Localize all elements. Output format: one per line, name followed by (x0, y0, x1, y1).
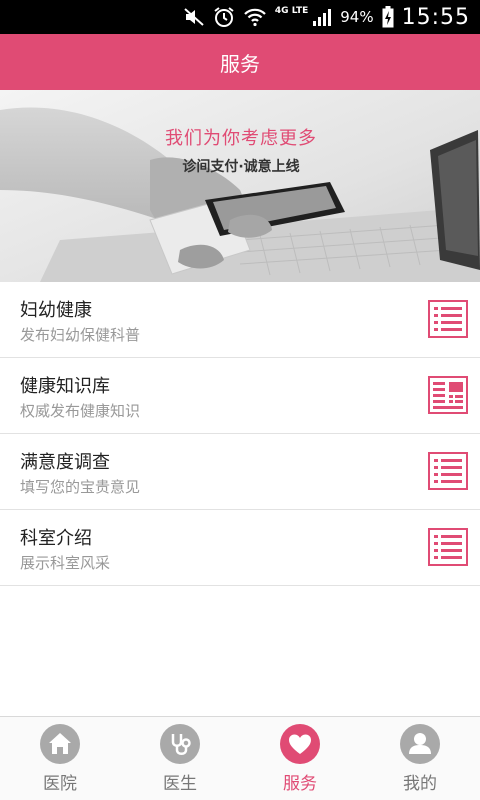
nav-label: 医院 (43, 774, 77, 794)
service-desc: 展示科室风采 (20, 554, 111, 572)
banner-headline: 我们为你考虑更多 (165, 128, 317, 149)
service-item-health-knowledge[interactable]: 健康知识库 权威发布健康知识 (0, 358, 480, 434)
wifi-icon (244, 8, 266, 27)
service-item-maternal-health[interactable]: 妇幼健康 发布妇幼保健科普 (0, 282, 480, 358)
list-icon (428, 452, 468, 490)
signal-icon (313, 9, 332, 26)
nav-tab-hospital[interactable]: 医院 (0, 717, 120, 800)
battery-charging-icon (382, 6, 394, 28)
newspaper-icon (428, 376, 468, 414)
service-title: 满意度调查 (20, 452, 110, 473)
nav-label: 医生 (163, 774, 197, 794)
service-title: 健康知识库 (20, 376, 110, 397)
status-icons: 4G LTE 94% 15:55 (183, 0, 470, 34)
list-icon (428, 300, 468, 338)
service-list: 妇幼健康 发布妇幼保健科普 健康知识库 权威发布健康知识 满意度调查 填写您的宝… (0, 282, 480, 586)
mute-icon (184, 8, 204, 26)
nav-label: 服务 (283, 774, 317, 794)
nav-tab-service[interactable]: 服务 (240, 717, 360, 800)
nav-tab-doctor[interactable]: 医生 (120, 717, 240, 800)
alarm-icon (214, 7, 234, 27)
stethoscope-icon (160, 724, 200, 764)
app-header: 服务 (0, 34, 480, 90)
status-bar: 4G LTE 94% 15:55 (0, 0, 480, 34)
service-desc: 发布妇幼保健科普 (20, 326, 141, 344)
heart-icon (280, 724, 320, 764)
banner-slogan: 我们为你考虑更多 诊间支付·诚意上线 (0, 124, 480, 176)
service-desc: 权威发布健康知识 (20, 402, 141, 420)
battery-percent: 94% (340, 8, 374, 26)
banner-subheadline: 诊间支付·诚意上线 (182, 159, 300, 175)
page-title: 服务 (220, 51, 260, 76)
service-title: 科室介绍 (20, 528, 92, 549)
bottom-nav: 医院 医生 服务 我的 (0, 716, 480, 800)
nav-tab-profile[interactable]: 我的 (360, 717, 480, 800)
home-icon (40, 724, 80, 764)
service-title: 妇幼健康 (20, 300, 92, 321)
service-desc: 填写您的宝贵意见 (20, 478, 141, 496)
list-icon (428, 528, 468, 566)
banner-photo (0, 90, 480, 282)
promo-banner[interactable]: 我们为你考虑更多 诊间支付·诚意上线 (0, 90, 480, 282)
service-item-satisfaction-survey[interactable]: 满意度调查 填写您的宝贵意见 (0, 434, 480, 510)
person-icon (400, 724, 440, 764)
network-type: 4G LTE (274, 6, 309, 16)
nav-label: 我的 (403, 774, 437, 794)
clock: 15:55 (401, 4, 470, 30)
service-item-department-intro[interactable]: 科室介绍 展示科室风采 (0, 510, 480, 586)
